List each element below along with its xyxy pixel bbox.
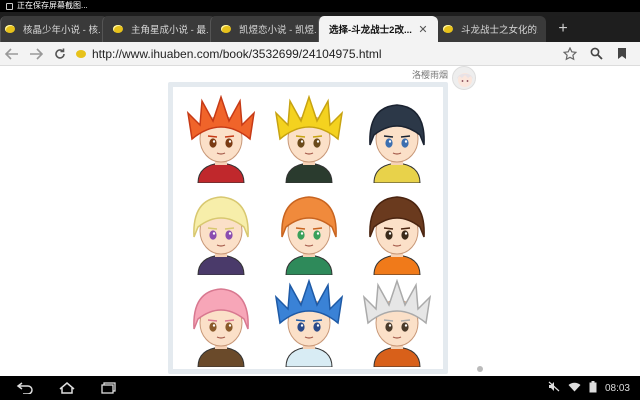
recent-apps-icon[interactable] bbox=[98, 380, 120, 396]
back-nav-icon[interactable] bbox=[14, 380, 36, 396]
site-favicon-icon bbox=[443, 25, 453, 33]
character-grid bbox=[177, 93, 441, 369]
clock: 08:03 bbox=[604, 382, 630, 394]
site-favicon-icon bbox=[76, 49, 86, 58]
search-icon[interactable] bbox=[584, 42, 608, 66]
tab-title: 选择-斗龙战士2改... bbox=[329, 25, 412, 36]
site-favicon-icon bbox=[5, 25, 15, 33]
url-bar[interactable]: http://www.ihuaben.com/book/3532699/2410… bbox=[92, 47, 558, 61]
scroll-indicator bbox=[477, 366, 483, 372]
character-portrait-2 bbox=[265, 93, 353, 185]
bookmark-icon[interactable] bbox=[610, 42, 634, 66]
back-icon[interactable] bbox=[0, 42, 24, 66]
web-page-content: 洛樱雨烟 bbox=[0, 66, 640, 376]
character-portrait-4 bbox=[177, 185, 265, 277]
tab-5[interactable]: 斗龙战士之女化的... bbox=[432, 16, 546, 42]
uploader-avatar[interactable] bbox=[452, 66, 476, 90]
mute-icon bbox=[548, 381, 560, 395]
character-portrait-8 bbox=[265, 277, 353, 369]
status-bar: 正在保存屏幕截图... bbox=[0, 0, 640, 12]
reload-icon[interactable] bbox=[48, 42, 72, 66]
tab-strip: 核晶少年小说 - 核... 主角星成小说 - 最... 凯煜恋小说 - 凯煜..… bbox=[0, 12, 640, 42]
star-icon[interactable] bbox=[558, 42, 582, 66]
url-toolbar: http://www.ihuaben.com/book/3532699/2410… bbox=[0, 42, 640, 66]
tab-4-active[interactable]: 选择-斗龙战士2改... ✕ bbox=[318, 16, 438, 42]
new-tab-button[interactable]: + bbox=[548, 16, 578, 42]
tab-title: 核晶少年小说 - 核... bbox=[23, 25, 100, 36]
character-portrait-7 bbox=[177, 277, 265, 369]
forward-icon[interactable] bbox=[24, 42, 48, 66]
system-nav-bar: 08:03 bbox=[0, 376, 640, 400]
home-nav-icon[interactable] bbox=[56, 380, 78, 396]
tab-title: 主角星成小说 - 最... bbox=[131, 25, 208, 36]
character-portrait-6 bbox=[353, 185, 441, 277]
character-chart-image bbox=[168, 82, 448, 374]
site-favicon-icon bbox=[113, 25, 123, 33]
wifi-icon bbox=[568, 382, 581, 395]
character-portrait-1 bbox=[177, 93, 265, 185]
site-favicon-icon bbox=[221, 25, 231, 33]
tab-title: 凯煜恋小说 - 凯煜... bbox=[239, 25, 316, 36]
status-notification-text: 正在保存屏幕截图... bbox=[17, 1, 88, 10]
battery-icon bbox=[589, 380, 597, 396]
tab-title: 斗龙战士之女化的... bbox=[461, 25, 538, 36]
character-portrait-9 bbox=[353, 277, 441, 369]
character-portrait-3 bbox=[353, 93, 441, 185]
tab-2[interactable]: 主角星成小说 - 最... bbox=[102, 16, 216, 42]
character-portrait-5 bbox=[265, 185, 353, 277]
tab-3[interactable]: 凯煜恋小说 - 凯煜... bbox=[210, 16, 324, 42]
close-tab-icon[interactable]: ✕ bbox=[416, 23, 430, 36]
tab-1[interactable]: 核晶少年小说 - 核... bbox=[0, 16, 108, 42]
screenshot-notification-icon bbox=[6, 2, 13, 10]
uploader-name[interactable]: 洛樱雨烟 bbox=[412, 68, 448, 81]
